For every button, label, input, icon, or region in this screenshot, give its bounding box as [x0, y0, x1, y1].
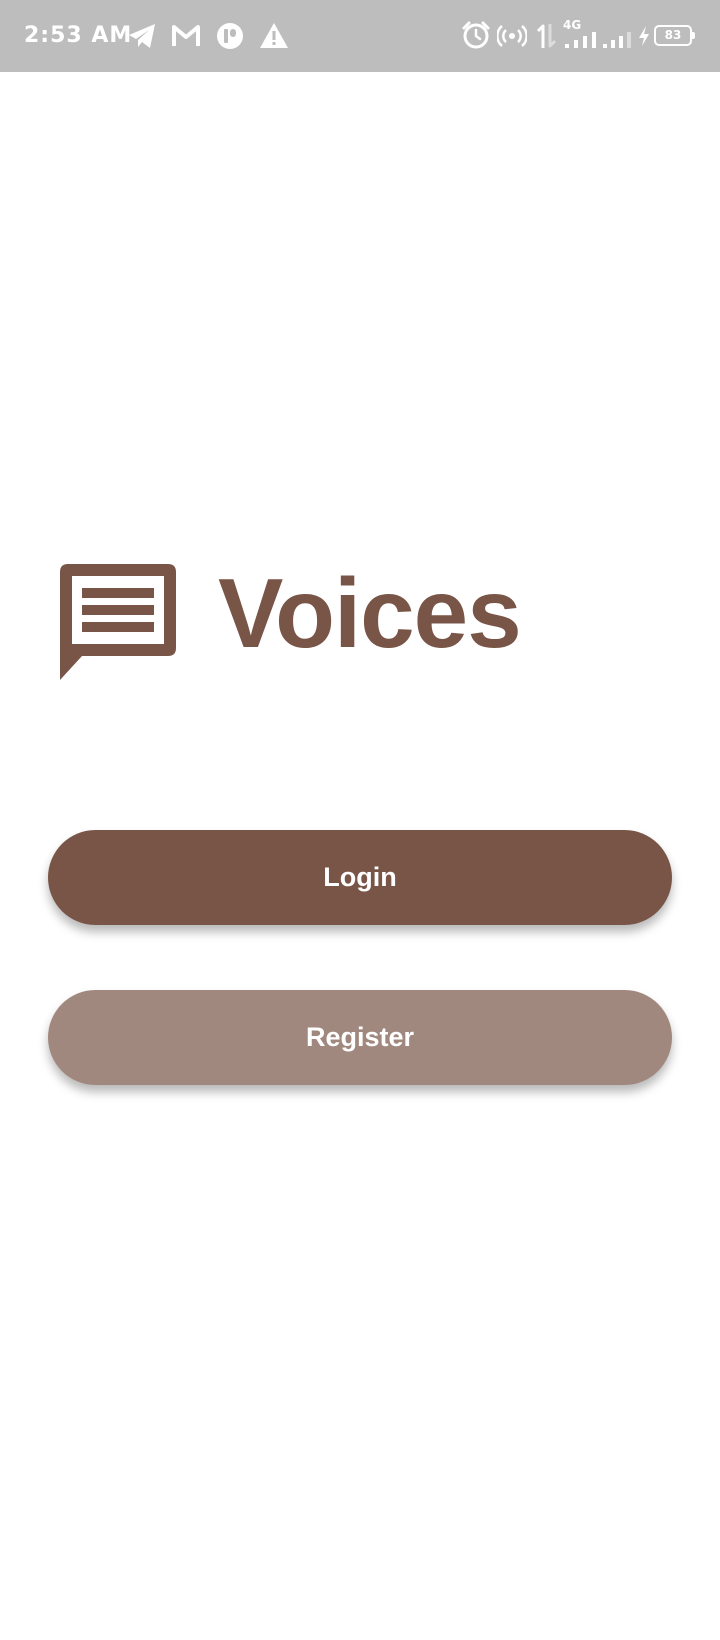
signal-icon	[565, 32, 596, 48]
status-time: 2:53 AM	[24, 23, 133, 48]
network-type: 4G	[563, 18, 582, 32]
battery-icon: 83	[654, 25, 695, 46]
telegram-icon	[129, 24, 155, 48]
hotspot-icon	[497, 25, 527, 47]
status-bar: 2:53 AM 4G 83	[0, 0, 720, 72]
warning-icon	[260, 23, 288, 48]
app-notification-icon	[217, 23, 243, 49]
chat-bubble-icon	[60, 564, 176, 680]
gmail-icon	[172, 25, 200, 46]
alarm-icon	[462, 21, 490, 49]
register-button[interactable]: Register	[48, 990, 672, 1085]
signal-icon	[603, 32, 631, 48]
app-title: Voices	[218, 558, 522, 668]
login-button[interactable]: Login	[48, 830, 672, 925]
data-activity-icon	[536, 24, 557, 48]
battery-level: 83	[664, 28, 682, 42]
charging-icon	[639, 26, 649, 46]
